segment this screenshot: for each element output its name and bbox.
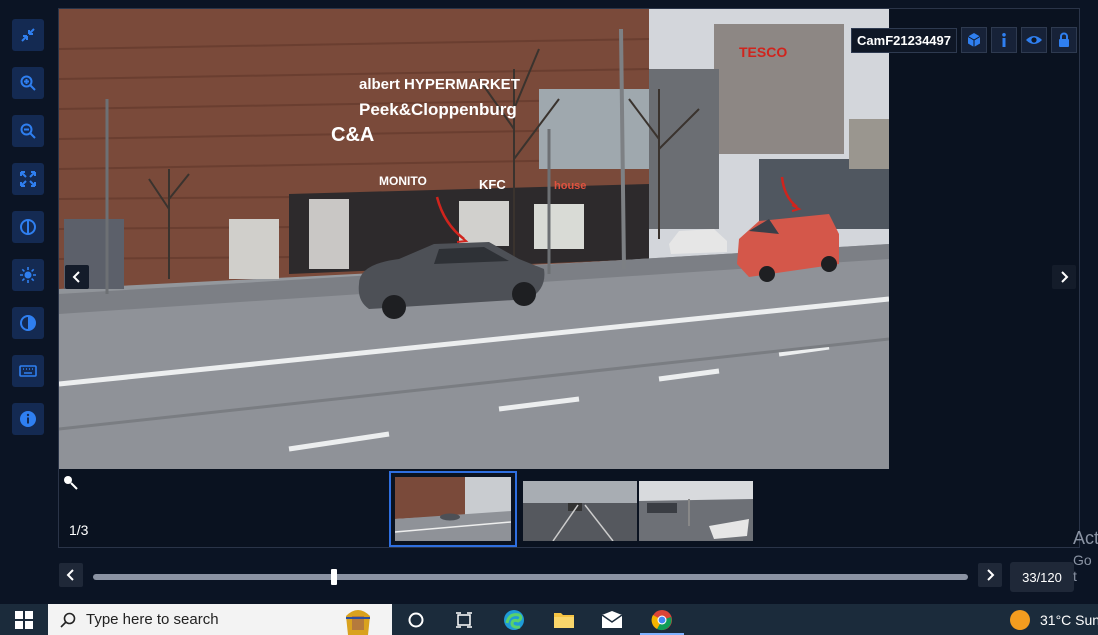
brightness-icon bbox=[20, 267, 36, 283]
visibility-button[interactable] bbox=[1021, 27, 1047, 53]
magnifier-icon bbox=[64, 476, 78, 490]
thumbnail-strip: 1/3 bbox=[59, 469, 1081, 549]
lock-icon bbox=[1059, 32, 1069, 47]
camera-info-button[interactable] bbox=[991, 27, 1017, 53]
zoom-out-button[interactable] bbox=[12, 115, 44, 147]
sign-tesco: TESCO bbox=[739, 44, 787, 60]
chrome-button[interactable] bbox=[650, 608, 674, 632]
thumbnail-image bbox=[523, 481, 637, 541]
image-viewer: albert HYPERMARKET Peek&Cloppenburg C&A … bbox=[58, 8, 1080, 548]
weather-temperature: 31°C bbox=[1040, 612, 1072, 628]
timeline-bar: 33/120 bbox=[0, 548, 1098, 604]
sign-kfc: KFC bbox=[479, 177, 506, 192]
sign-house: house bbox=[554, 180, 586, 192]
eye-icon bbox=[1026, 36, 1042, 44]
chevron-left-icon bbox=[72, 271, 80, 283]
edge-icon bbox=[504, 610, 524, 630]
keyboard-button[interactable] bbox=[12, 355, 44, 387]
camera-label: CamF21234497 bbox=[851, 27, 957, 53]
contrast-button[interactable] bbox=[12, 307, 44, 339]
sign-monito: MONITO bbox=[379, 174, 427, 188]
prev-frame-button[interactable] bbox=[59, 563, 83, 587]
rotate-button[interactable] bbox=[12, 211, 44, 243]
brightness-button[interactable] bbox=[12, 259, 44, 291]
info-button[interactable] bbox=[12, 403, 44, 435]
timeline-slider[interactable] bbox=[93, 569, 968, 585]
activation-watermark-subtitle: Go t bbox=[1073, 552, 1092, 584]
sign-ca: C&A bbox=[331, 124, 374, 146]
collapse-icon bbox=[21, 28, 35, 42]
keyboard-icon bbox=[19, 365, 37, 377]
cube-button[interactable] bbox=[961, 27, 987, 53]
activation-watermark-title: Act bbox=[1073, 528, 1098, 548]
sign-albert: albert HYPERMARKET bbox=[359, 76, 520, 93]
camera-toolbar: CamF21234497 bbox=[851, 27, 1077, 53]
thumbnail-2[interactable] bbox=[521, 479, 639, 543]
weather-text: 31°C Sun bbox=[1040, 612, 1098, 628]
chevron-left-icon bbox=[66, 569, 74, 581]
info-icon bbox=[20, 411, 36, 427]
file-explorer-button[interactable] bbox=[552, 608, 576, 632]
rotate-icon bbox=[20, 219, 36, 235]
search-placeholder: Type here to search bbox=[86, 611, 219, 628]
folder-icon bbox=[554, 613, 574, 628]
lock-button[interactable] bbox=[1051, 27, 1077, 53]
windows-logo-icon bbox=[15, 611, 33, 629]
thumbnail-3[interactable] bbox=[637, 479, 755, 543]
zoom-in-button[interactable] bbox=[12, 67, 44, 99]
chrome-icon bbox=[651, 610, 672, 631]
edge-button[interactable] bbox=[502, 608, 526, 632]
fit-screen-button[interactable] bbox=[12, 163, 44, 195]
mail-button[interactable] bbox=[600, 608, 624, 632]
street-scene-image: albert HYPERMARKET Peek&Cloppenburg C&A … bbox=[59, 9, 889, 469]
thumbnail-image bbox=[639, 481, 753, 541]
info-icon bbox=[1002, 33, 1006, 47]
page-counter: 1/3 bbox=[69, 522, 89, 538]
pharaoh-icon bbox=[346, 610, 370, 635]
sign-peek-cloppenburg: Peek&Cloppenburg bbox=[359, 100, 517, 119]
widgets-button[interactable] bbox=[452, 608, 476, 632]
left-toolbar bbox=[0, 0, 58, 548]
start-button[interactable] bbox=[12, 608, 36, 632]
taskbar-search[interactable]: Type here to search bbox=[48, 604, 392, 635]
main-camera-image[interactable]: albert HYPERMARKET Peek&Cloppenburg C&A … bbox=[59, 9, 889, 469]
chevron-right-icon bbox=[1061, 271, 1069, 283]
collapse-button[interactable] bbox=[12, 19, 44, 51]
frame-counter: 33/120 bbox=[1010, 562, 1074, 592]
timeline-slider-handle[interactable] bbox=[330, 569, 337, 585]
mail-icon bbox=[601, 611, 623, 628]
windows-taskbar: Type here to search 31°C Sun bbox=[0, 604, 1098, 635]
thumbnail-1[interactable] bbox=[389, 471, 517, 547]
zoom-out-icon bbox=[20, 123, 36, 139]
search-icon bbox=[60, 612, 76, 628]
task-view-icon bbox=[456, 612, 472, 628]
task-view-button[interactable] bbox=[404, 608, 428, 632]
sun-icon bbox=[1010, 610, 1030, 630]
next-image-button[interactable] bbox=[1052, 265, 1076, 289]
next-frame-button[interactable] bbox=[978, 563, 1002, 587]
contrast-icon bbox=[20, 315, 36, 331]
thumbnail-image bbox=[394, 477, 512, 541]
zoom-in-icon bbox=[20, 75, 36, 91]
fit-screen-icon bbox=[20, 171, 36, 187]
circle-icon bbox=[408, 612, 424, 628]
chevron-right-icon bbox=[987, 569, 995, 581]
cube-icon bbox=[967, 33, 981, 47]
prev-image-button[interactable] bbox=[65, 265, 89, 289]
weather-condition: Sun bbox=[1075, 612, 1098, 628]
weather-widget[interactable] bbox=[1008, 608, 1032, 632]
